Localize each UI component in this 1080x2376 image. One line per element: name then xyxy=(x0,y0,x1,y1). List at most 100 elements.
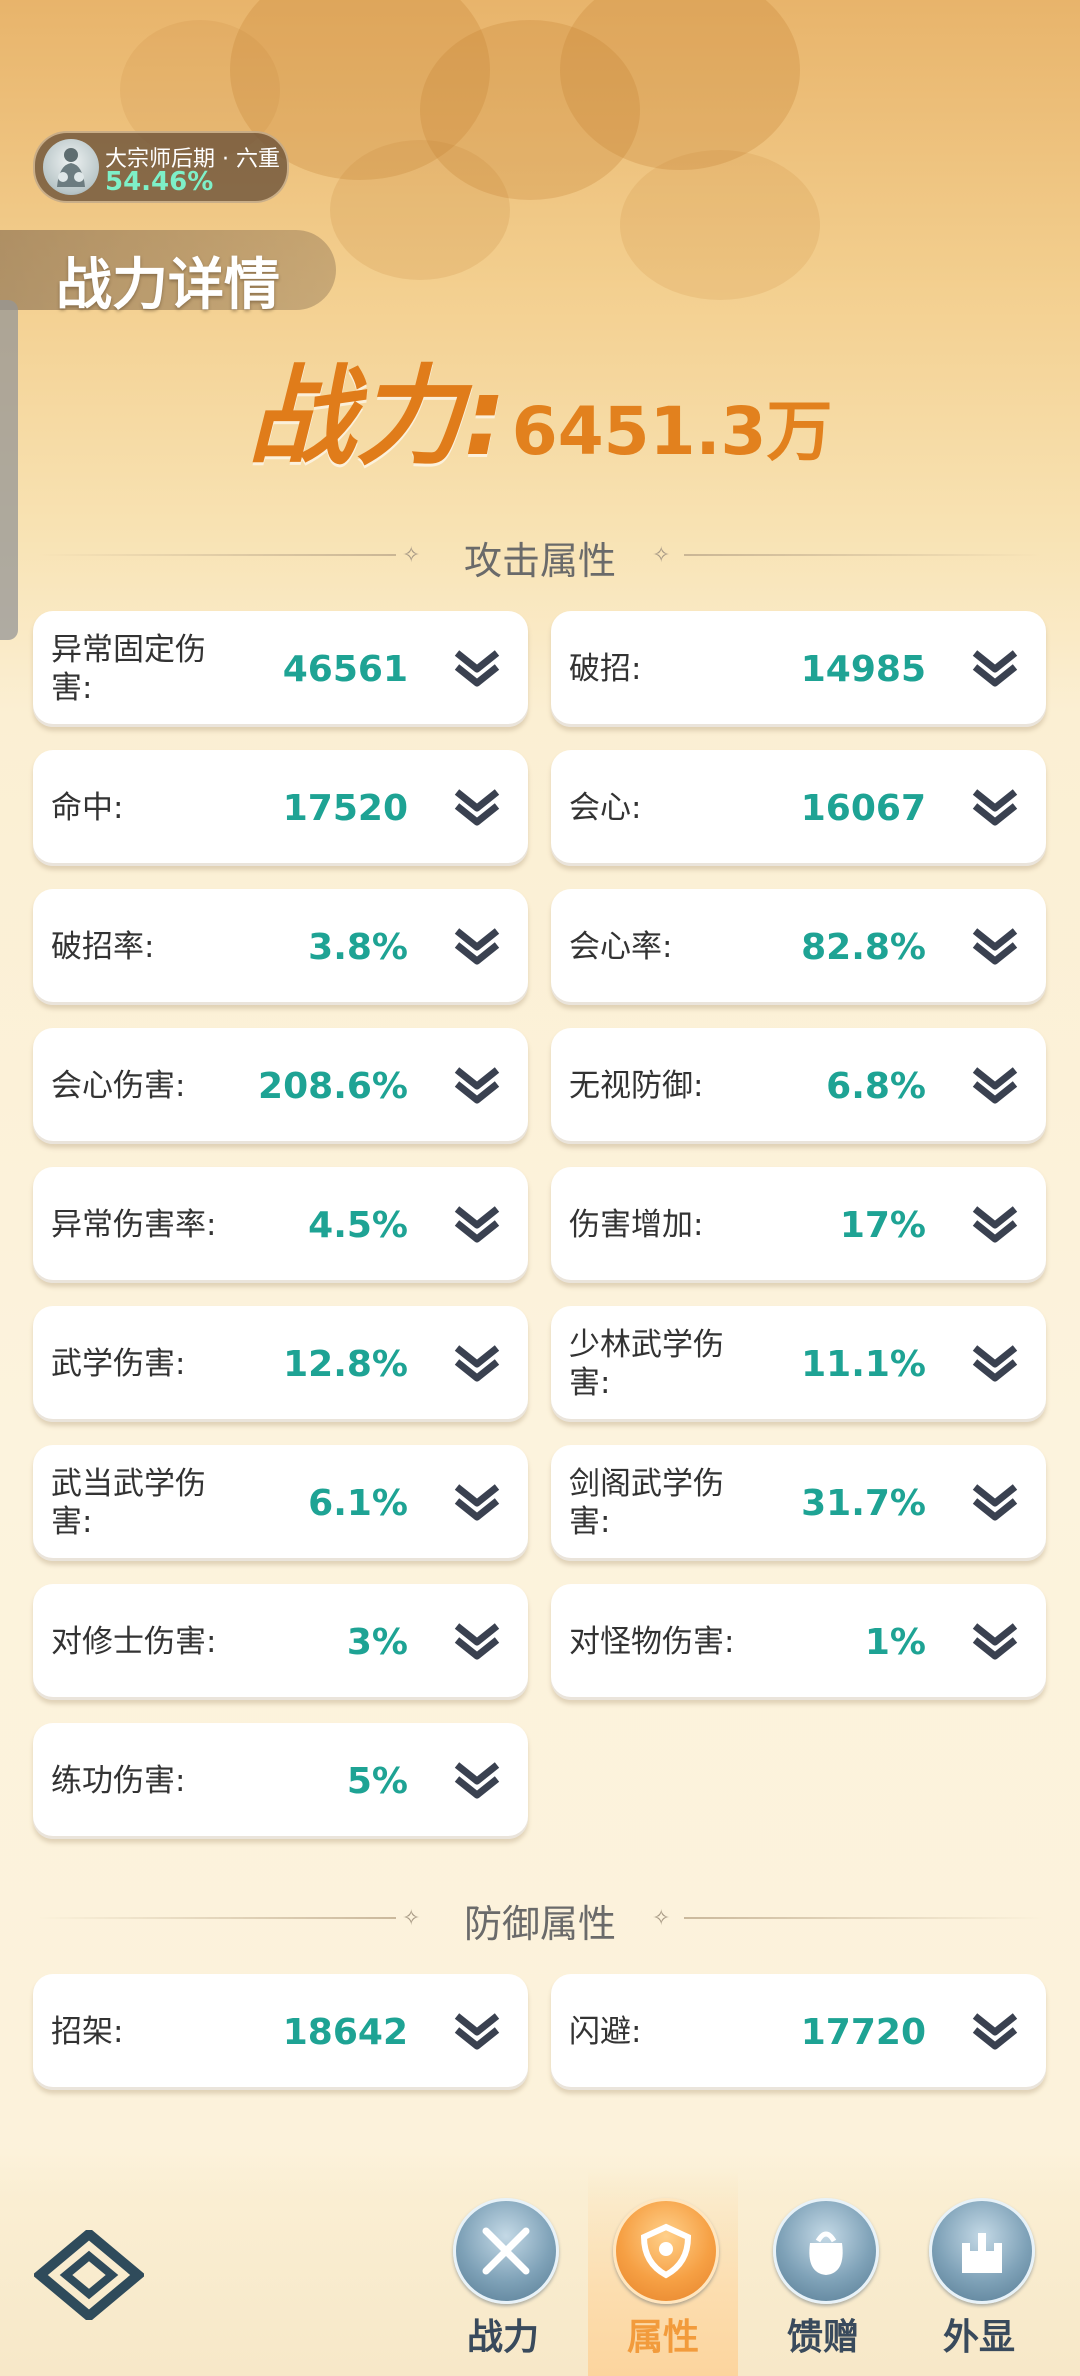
stat-label: 对修士伤害: xyxy=(51,1624,217,1660)
bottom-navigation: 战力 属性 馈赠 外显 xyxy=(0,2148,1080,2376)
expand-chevron-icon[interactable] xyxy=(970,1622,1020,1662)
expand-chevron-icon[interactable] xyxy=(452,2012,502,2052)
stat-label: 武学伤害: xyxy=(51,1346,186,1382)
expand-chevron-icon[interactable] xyxy=(452,1066,502,1106)
attack-section-header: ✧ 攻击属性 ✧ xyxy=(36,525,1044,585)
expand-chevron-icon[interactable] xyxy=(970,2012,1020,2052)
stat-value: 17720 xyxy=(800,2011,926,2053)
gift-bag-icon xyxy=(773,2198,879,2304)
stat-label: 武当武学伤害: xyxy=(51,1466,206,1540)
stat-card[interactable]: 异常固定伤害: 46561 xyxy=(33,611,528,727)
nav-tab-1[interactable]: 属性 xyxy=(588,2168,738,2376)
nav-tab-0[interactable]: 战力 xyxy=(428,2198,578,2376)
stat-label: 异常伤害率: xyxy=(51,1207,217,1243)
combat-power: 战力: 6451.3万 xyxy=(0,330,1080,486)
stat-value: 17% xyxy=(839,1204,926,1246)
page-title: 战力详情 xyxy=(56,253,280,318)
stat-label: 闪避: xyxy=(569,2014,642,2050)
stat-label: 少林武学伤害: xyxy=(569,1327,724,1401)
stat-value: 6.1% xyxy=(308,1482,408,1524)
expand-chevron-icon[interactable] xyxy=(452,1622,502,1662)
expand-chevron-icon[interactable] xyxy=(970,788,1020,828)
stat-card[interactable]: 武当武学伤害: 6.1% xyxy=(33,1445,528,1561)
nav-tab-label: 外显 xyxy=(942,2317,1015,2358)
stat-card[interactable]: 会心: 16067 xyxy=(551,750,1046,866)
expand-chevron-icon[interactable] xyxy=(452,788,502,828)
stat-card[interactable]: 伤害增加: 17% xyxy=(551,1167,1046,1283)
combat-power-value: 6451.3万 xyxy=(511,393,833,470)
expand-chevron-icon[interactable] xyxy=(452,1205,502,1245)
stat-card[interactable]: 招架: 18642 xyxy=(33,1974,528,2090)
stat-value: 208.6% xyxy=(258,1065,408,1107)
expand-chevron-icon[interactable] xyxy=(452,927,502,967)
stat-value: 4.5% xyxy=(308,1204,408,1246)
expand-chevron-icon[interactable] xyxy=(970,927,1020,967)
stat-card[interactable]: 无视防御: 6.8% xyxy=(551,1028,1046,1144)
stat-label: 剑阁武学伤害: xyxy=(569,1466,724,1540)
expand-chevron-icon[interactable] xyxy=(452,1344,502,1384)
swords-icon xyxy=(453,2198,559,2304)
stat-value: 11.1% xyxy=(801,1343,926,1385)
stat-value: 14985 xyxy=(800,648,926,690)
stat-label: 破招率: xyxy=(51,929,155,965)
stat-card[interactable]: 对怪物伤害: 1% xyxy=(551,1584,1046,1700)
stat-value: 6.8% xyxy=(826,1065,926,1107)
stat-card[interactable]: 会心伤害: 208.6% xyxy=(33,1028,528,1144)
stat-label: 会心: xyxy=(569,790,642,826)
page-title-banner: 战力详情 xyxy=(0,230,336,318)
nav-tab-3[interactable]: 外显 xyxy=(904,2198,1054,2376)
expand-chevron-icon[interactable] xyxy=(970,1205,1020,1245)
stat-value: 16067 xyxy=(800,787,926,829)
expand-chevron-icon[interactable] xyxy=(452,1761,502,1801)
stat-label: 练功伤害: xyxy=(51,1763,186,1799)
defense-section-title: 防御属性 xyxy=(463,1902,616,1946)
nav-tab-label: 馈赠 xyxy=(786,2317,859,2358)
stat-value: 5% xyxy=(346,1760,408,1802)
realm-badge[interactable]: 大宗师后期 · 六重 54.46% xyxy=(33,131,289,203)
stat-value: 12.8% xyxy=(283,1343,408,1385)
stat-label: 招架: xyxy=(51,2014,124,2050)
stat-value: 82.8% xyxy=(801,926,926,968)
nav-tab-2[interactable]: 馈赠 xyxy=(748,2198,898,2376)
stat-card[interactable]: 命中: 17520 xyxy=(33,750,528,866)
stat-card[interactable]: 剑阁武学伤害: 31.7% xyxy=(551,1445,1046,1561)
diamond-ornament-icon: ✧ xyxy=(652,543,671,568)
stat-label: 会心率: xyxy=(569,929,673,965)
stat-value: 46561 xyxy=(282,648,408,690)
nav-tab-label: 战力 xyxy=(466,2317,539,2358)
game-logo-icon[interactable] xyxy=(32,2227,146,2324)
stat-card[interactable]: 少林武学伤害: 11.1% xyxy=(551,1306,1046,1422)
stat-label: 无视防御: xyxy=(569,1068,704,1104)
castle-icon xyxy=(929,2198,1035,2304)
stat-label: 会心伤害: xyxy=(51,1068,186,1104)
cultivator-avatar-icon xyxy=(43,139,99,195)
stat-label: 异常固定伤害: xyxy=(51,632,206,706)
expand-chevron-icon[interactable] xyxy=(970,649,1020,689)
stat-card[interactable]: 破招率: 3.8% xyxy=(33,889,528,1005)
combat-power-label: 战力: xyxy=(247,355,507,480)
stat-card[interactable]: 异常伤害率: 4.5% xyxy=(33,1167,528,1283)
realm-progress: 54.46% xyxy=(105,167,214,197)
stat-card[interactable]: 练功伤害: 5% xyxy=(33,1723,528,1839)
expand-chevron-icon[interactable] xyxy=(452,649,502,689)
diamond-ornament-icon: ✧ xyxy=(652,1906,671,1931)
expand-chevron-icon[interactable] xyxy=(970,1483,1020,1523)
stat-card[interactable]: 闪避: 17720 xyxy=(551,1974,1046,2090)
stat-value: 17520 xyxy=(282,787,408,829)
stat-label: 破招: xyxy=(569,651,642,687)
shield-icon xyxy=(613,2198,719,2304)
stat-card[interactable]: 对修士伤害: 3% xyxy=(33,1584,528,1700)
expand-chevron-icon[interactable] xyxy=(970,1066,1020,1106)
expand-chevron-icon[interactable] xyxy=(452,1483,502,1523)
nav-tab-label: 属性 xyxy=(626,2317,699,2358)
stat-value: 1% xyxy=(864,1621,926,1663)
stat-label: 伤害增加: xyxy=(569,1207,704,1243)
expand-chevron-icon[interactable] xyxy=(970,1344,1020,1384)
stat-value: 31.7% xyxy=(801,1482,926,1524)
stat-value: 3% xyxy=(346,1621,408,1663)
stat-card[interactable]: 会心率: 82.8% xyxy=(551,889,1046,1005)
stat-card[interactable]: 破招: 14985 xyxy=(551,611,1046,727)
stat-label: 对怪物伤害: xyxy=(569,1624,735,1660)
stat-card[interactable]: 武学伤害: 12.8% xyxy=(33,1306,528,1422)
stat-label: 命中: xyxy=(51,790,124,826)
